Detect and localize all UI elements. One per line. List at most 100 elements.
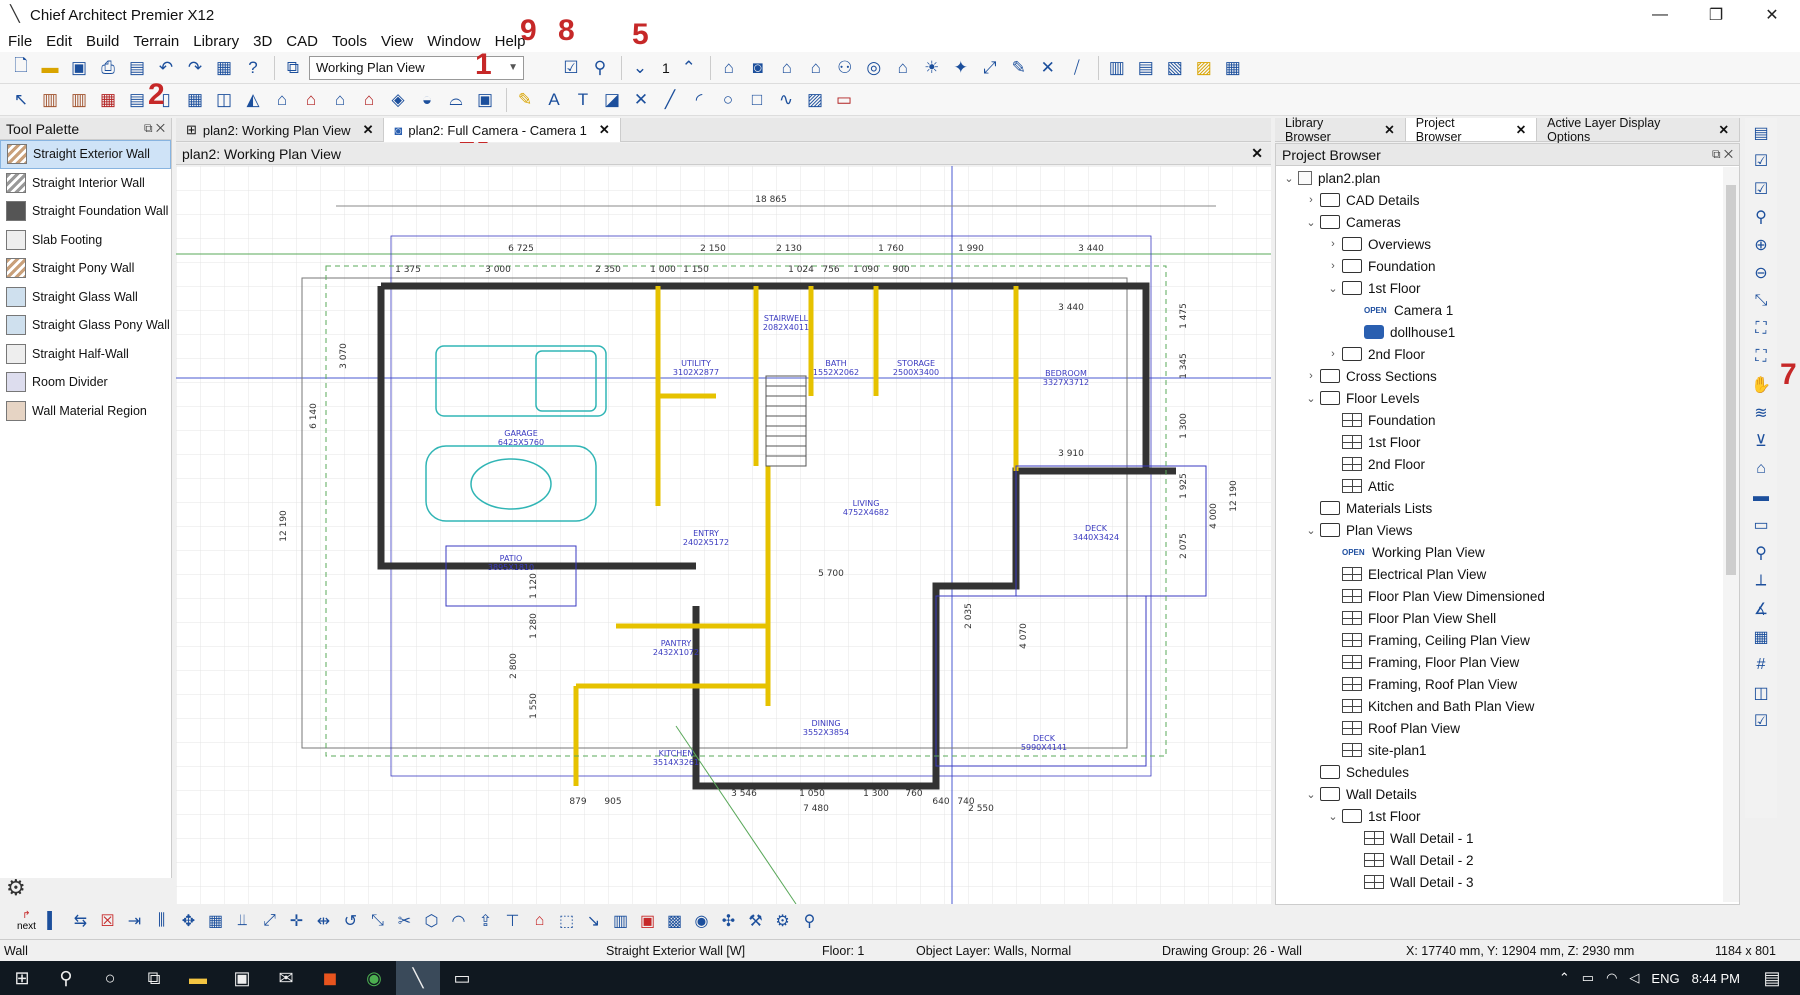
wifi-icon[interactable]: ◠ [1606, 970, 1617, 986]
roof-edit-icon[interactable]: ⌂ [527, 909, 552, 934]
chevron-right-icon[interactable]: › [1302, 370, 1320, 382]
undo-zoom-icon[interactable]: ⤡ [1748, 288, 1774, 314]
text-tool-icon[interactable]: A [541, 87, 567, 113]
stairs-icon[interactable]: ◫ [211, 87, 237, 113]
tool-straight-exterior-wall[interactable]: Straight Exterior Wall [0, 140, 171, 169]
chevron-right-icon[interactable]: › [1324, 260, 1342, 272]
tree-item[interactable]: Framing, Roof Plan View [1276, 673, 1724, 695]
plan-view-icon[interactable]: ⧉ [280, 55, 306, 81]
tree-item[interactable]: Floor Plan View Shell [1276, 607, 1724, 629]
snap-settings-icon[interactable]: ☑ [1748, 708, 1774, 734]
layer-check-icon[interactable]: ☑ [558, 55, 584, 81]
house-camera-icon[interactable]: ⌂ [716, 55, 742, 81]
tree-item[interactable]: Floor Plan View Dimensioned [1276, 585, 1724, 607]
change-arc-icon[interactable]: ◠ [446, 909, 471, 934]
floor-up-icon[interactable]: ⌃ [676, 55, 702, 81]
close-icon[interactable]: ✕ [1719, 122, 1729, 137]
camera-icon[interactable]: ◙ [745, 55, 771, 81]
scrollbar-thumb[interactable] [1726, 185, 1736, 575]
floor-plan-drawing[interactable]: GARAGE 6425X5760 UTILITY 3102X2877 STAIR… [176, 166, 1271, 904]
maximize-icon[interactable]: ❐ [1688, 0, 1744, 30]
chevron-right-icon[interactable]: › [1302, 194, 1320, 206]
layer-display-icon[interactable]: ▤ [1748, 120, 1774, 146]
app-window-icon[interactable]: ▭ [440, 961, 484, 995]
panel-pin-close-icon[interactable]: ⧉ ✕ [1712, 147, 1733, 162]
tool-room-divider[interactable]: Room Divider [0, 368, 171, 397]
transform-icon[interactable]: ✥ [176, 909, 201, 934]
windows-start-icon[interactable]: ⊞ [0, 961, 44, 995]
arc-icon[interactable]: ◜ [686, 87, 712, 113]
tree-item[interactable]: Attic [1276, 475, 1724, 497]
volume-icon[interactable]: ◁ [1629, 970, 1639, 986]
house-outline-icon[interactable]: ⌂ [890, 55, 916, 81]
undo-icon[interactable]: ↶ [153, 55, 179, 81]
framing-tool-icon[interactable]: ⚙ [770, 909, 795, 934]
reflect-icon[interactable]: ⇹ [311, 909, 336, 934]
tree-item[interactable]: Wall Detail - 3 [1276, 871, 1724, 893]
chevron-down-icon[interactable]: ⌄ [1324, 282, 1342, 295]
print-icon[interactable]: ⎙ [95, 55, 121, 81]
object-snap-icon[interactable]: ◫ [1748, 680, 1774, 706]
tab-project-browser[interactable]: Project Browser ✕ [1405, 116, 1538, 144]
tray-arrow-icon[interactable]: ⌃ [1559, 970, 1570, 986]
close-icon[interactable]: ✕ [1384, 122, 1394, 137]
perspective-icon[interactable]: ⌂ [803, 55, 829, 81]
menu-tools[interactable]: Tools [332, 33, 367, 50]
resize-icon[interactable]: ⤡ [365, 909, 390, 934]
menu-edit[interactable]: Edit [46, 33, 72, 50]
railing-icon[interactable]: ▥ [66, 87, 92, 113]
callout-icon[interactable]: ◪ [599, 87, 625, 113]
align-icon[interactable]: ⫫ [230, 909, 255, 934]
edit-tool-icon[interactable]: ⤢ [977, 55, 1003, 81]
zoom-icon[interactable]: ⚲ [1748, 204, 1774, 230]
tab-active-layer-display[interactable]: Active Layer Display Options ✕ [1537, 116, 1740, 144]
tree-item[interactable]: ⌄ Wall Details [1276, 783, 1724, 805]
spline-icon[interactable]: ∿ [773, 87, 799, 113]
chevron-right-icon[interactable]: › [1324, 348, 1342, 360]
tree-item[interactable]: ⌄ 1st Floor [1276, 277, 1724, 299]
grid-icon[interactable]: # [1748, 652, 1774, 678]
file-explorer-icon[interactable]: ▬ [176, 961, 220, 995]
select-region-icon[interactable]: ⬚ [554, 909, 579, 934]
menu-view[interactable]: View [381, 33, 413, 50]
cad-block-icon[interactable]: ▭ [831, 87, 857, 113]
close-icon[interactable]: ✕ [363, 122, 374, 138]
tree-item[interactable]: 2nd Floor [1276, 453, 1724, 475]
light-icon[interactable]: ☀ [919, 55, 945, 81]
tree-item[interactable]: Roof Plan View [1276, 717, 1724, 739]
pointer-edit-icon[interactable]: ↘ [581, 909, 606, 934]
minimize-icon[interactable]: — [1632, 0, 1688, 30]
raise-icon[interactable]: ⇪ [473, 909, 498, 934]
tool-straight-interior-wall[interactable]: Straight Interior Wall [0, 169, 171, 198]
cabinet-icon[interactable]: ▤ [124, 87, 150, 113]
select-arrow-icon[interactable]: ↖ [8, 87, 34, 113]
dimension-icon[interactable]: ⌓ [443, 87, 469, 113]
display-icon[interactable]: ▩ [662, 909, 687, 934]
tree-item[interactable]: › Overviews [1276, 233, 1724, 255]
tree-item[interactable]: ⌄ Floor Levels [1276, 387, 1724, 409]
window-frame-icon[interactable]: ▭ [1748, 512, 1774, 538]
sun-angle-icon[interactable]: ✦ [948, 55, 974, 81]
layout-icon[interactable]: ▥ [1104, 55, 1130, 81]
tree-item[interactable]: dollhouse1 [1276, 321, 1724, 343]
mail-icon[interactable]: ✉ [264, 961, 308, 995]
tree-item[interactable]: › Foundation [1276, 255, 1724, 277]
tool-straight-half-wall[interactable]: Straight Half-Wall [0, 340, 171, 369]
tool-straight-foundation-wall[interactable]: Straight Foundation Wall [0, 197, 171, 226]
tab-working-plan-view[interactable]: ⊞ plan2: Working Plan View ✕ [176, 118, 385, 142]
elevation-icon[interactable]: ▧ [1162, 55, 1188, 81]
tree-item[interactable]: › CAD Details [1276, 189, 1724, 211]
menu-3d[interactable]: 3D [253, 33, 272, 50]
tree-item[interactable]: ⌄ Plan Views [1276, 519, 1724, 541]
open-folder-icon[interactable]: ▬ [37, 55, 63, 81]
book-icon[interactable]: ▥ [608, 909, 633, 934]
framing-icon[interactable]: ⌂ [269, 87, 295, 113]
new-file-icon[interactable]: 🗋 [8, 55, 34, 81]
copy-paste-icon[interactable]: ⇥ [122, 909, 147, 934]
tree-item[interactable]: OPEN Camera 1 [1276, 299, 1724, 321]
ruler-icon[interactable]: ✎ [512, 87, 538, 113]
task-view-icon[interactable]: ⧉ [132, 961, 176, 995]
zoom-out-icon[interactable]: ⊖ [1748, 260, 1774, 286]
close-icon[interactable]: ✕ [1516, 122, 1526, 137]
project-browser-scrollbar[interactable] [1723, 167, 1739, 902]
